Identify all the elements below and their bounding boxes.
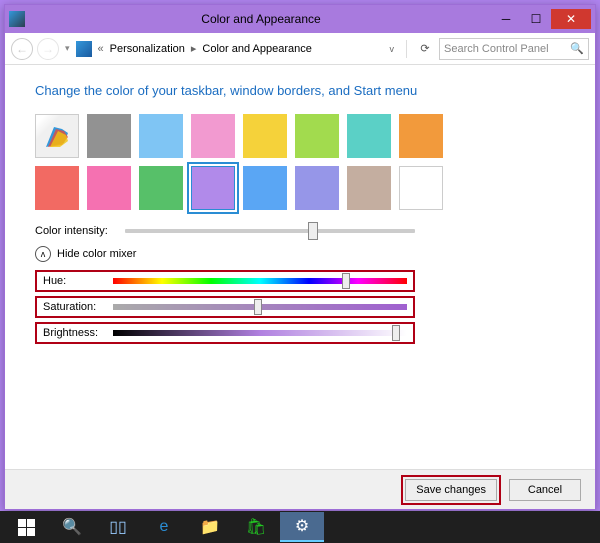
search-icon: 🔍 [570,42,584,55]
intensity-label: Color intensity: [35,225,125,237]
color-swatch[interactable] [139,114,183,158]
saturation-thumb[interactable] [254,299,262,315]
color-swatch[interactable] [399,166,443,210]
taskbar-ie-icon[interactable]: e [142,512,186,542]
breadcrumb-separator: « [96,43,106,55]
start-button[interactable] [4,512,48,542]
page-heading: Change the color of your taskbar, window… [35,83,565,98]
footer: Save changes Cancel [5,469,595,509]
color-swatch[interactable] [243,166,287,210]
saturation-label: Saturation: [43,301,113,313]
forward-button[interactable]: → [37,38,59,60]
brightness-slider[interactable] [113,330,407,336]
back-button[interactable]: ← [11,38,33,60]
refresh-button[interactable]: ⟳ [415,42,435,55]
taskbar-explorer-icon[interactable]: 📁 [188,512,232,542]
color-swatch[interactable] [35,166,79,210]
taskbar-taskview-icon[interactable]: ▯▯ [96,512,140,542]
hue-slider[interactable] [113,278,407,284]
minimize-button[interactable]: ─ [491,9,521,29]
cancel-button[interactable]: Cancel [509,479,581,501]
search-placeholder: Search Control Panel [444,43,549,55]
color-swatch[interactable] [139,166,183,210]
color-appearance-window: Color and Appearance ─ ☐ ✕ ← → ▾ « Perso… [4,4,596,510]
color-swatch[interactable] [295,114,339,158]
mixer-toggle[interactable]: ʌ Hide color mixer [35,246,565,262]
color-swatch[interactable] [191,166,235,210]
mixer-toggle-label: Hide color mixer [57,248,136,260]
intensity-slider[interactable] [125,224,415,238]
history-dropdown[interactable]: ▾ [63,43,72,54]
color-swatch[interactable] [191,114,235,158]
titlebar[interactable]: Color and Appearance ─ ☐ ✕ [5,5,595,33]
intensity-thumb[interactable] [308,222,318,240]
hue-row: Hue: [35,270,415,292]
saturation-slider[interactable] [113,304,407,310]
maximize-button[interactable]: ☐ [521,9,551,29]
breadcrumb-chevron-icon: ▸ [189,42,199,55]
app-icon [9,11,25,27]
close-button[interactable]: ✕ [551,9,591,29]
breadcrumb-dropdown[interactable]: v [386,44,399,54]
chevron-up-icon: ʌ [35,246,51,262]
window-title: Color and Appearance [31,12,491,26]
breadcrumb-personalization[interactable]: Personalization [110,43,185,55]
brightness-label: Brightness: [43,327,113,339]
taskbar-store-icon[interactable]: 🛍 [234,512,278,542]
taskbar[interactable]: 🔍 ▯▯ e 📁 🛍 ⚙ [0,511,600,543]
auto-color-icon [44,123,70,149]
control-panel-icon[interactable] [76,41,92,57]
color-swatch[interactable] [347,114,391,158]
search-input[interactable]: Search Control Panel 🔍 [439,38,589,60]
navbar: ← → ▾ « Personalization ▸ Color and Appe… [5,33,595,65]
color-swatch[interactable] [35,114,79,158]
save-highlight: Save changes [401,475,501,505]
color-swatch-grid [35,114,465,210]
taskbar-search-icon[interactable]: 🔍 [50,512,94,542]
taskbar-control-panel[interactable]: ⚙ [280,512,324,542]
brightness-row: Brightness: [35,322,415,344]
color-swatch[interactable] [347,166,391,210]
saturation-row: Saturation: [35,296,415,318]
breadcrumb-color-appearance[interactable]: Color and Appearance [202,43,311,55]
color-swatch[interactable] [243,114,287,158]
hue-label: Hue: [43,275,113,287]
hue-thumb[interactable] [342,273,350,289]
color-swatch[interactable] [295,166,339,210]
content-area: Change the color of your taskbar, window… [5,65,595,469]
color-swatch[interactable] [87,114,131,158]
color-swatch[interactable] [87,166,131,210]
save-button[interactable]: Save changes [405,479,497,501]
color-swatch[interactable] [399,114,443,158]
brightness-thumb[interactable] [392,325,400,341]
